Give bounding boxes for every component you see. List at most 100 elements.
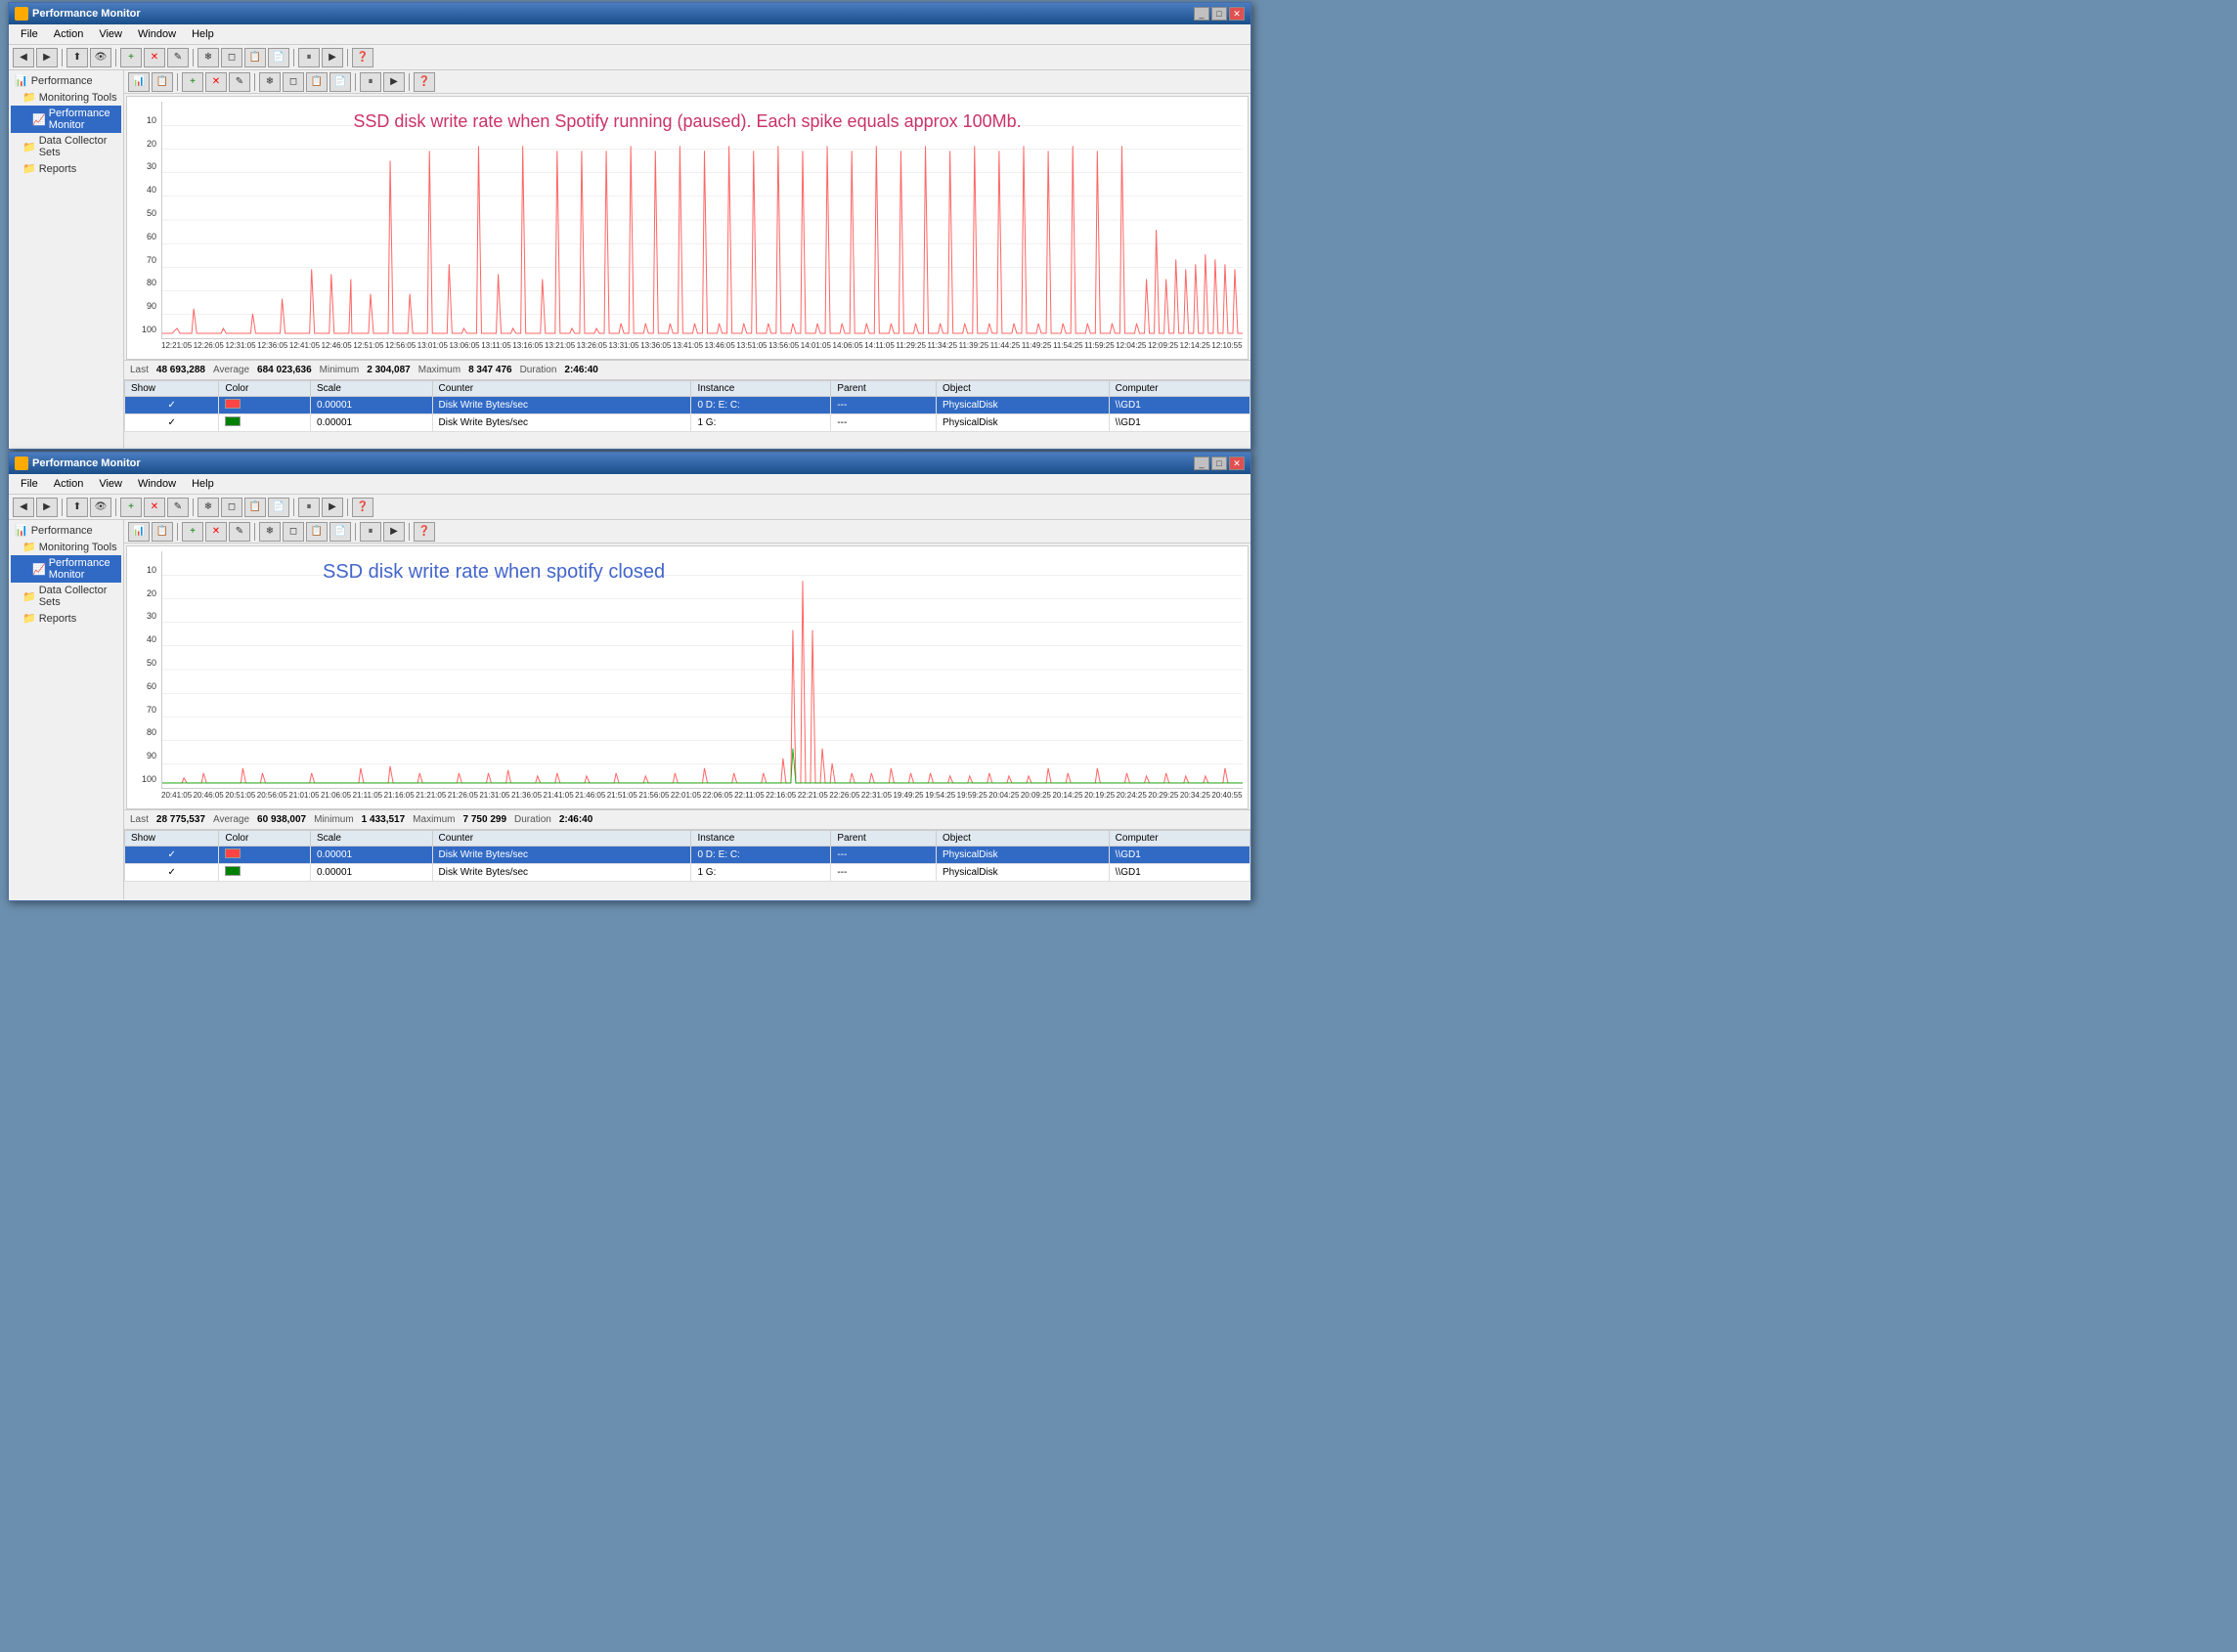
- pause-btn-2[interactable]: ⏸: [298, 498, 320, 517]
- counter-props-btn-1[interactable]: ✎: [229, 72, 250, 92]
- show-hide-btn-1[interactable]: 👁: [90, 48, 111, 67]
- add-counter-btn-1[interactable]: +: [182, 72, 203, 92]
- new-btn-1[interactable]: +: [120, 48, 142, 67]
- sample-btn-1[interactable]: ◻: [283, 72, 304, 92]
- chart-help-btn-1[interactable]: ❓: [414, 72, 435, 92]
- menu-view-2[interactable]: View: [91, 476, 130, 492]
- sidebar-item-perfmon-2[interactable]: 📈 Performance Monitor: [11, 555, 121, 583]
- minimize-btn-2[interactable]: _: [1194, 456, 1209, 470]
- folder-icon-reports-2: 📁: [22, 612, 36, 625]
- counter-row-1-1[interactable]: ✓ 0.00001 Disk Write Bytes/sec 0 D: E: C…: [125, 397, 1250, 414]
- sep1: [62, 49, 63, 66]
- counter-table-1: Show Color Scale Counter Instance Parent…: [124, 379, 1250, 432]
- properties-btn-2[interactable]: ✎: [167, 498, 189, 517]
- maximize-btn-2[interactable]: □: [1211, 456, 1227, 470]
- menu-action-1[interactable]: Action: [46, 26, 92, 42]
- forward-btn-1[interactable]: ▶: [36, 48, 58, 67]
- back-btn-1[interactable]: ◀: [13, 48, 34, 67]
- counter-props-btn-2[interactable]: ✎: [229, 522, 250, 542]
- minimize-btn-1[interactable]: _: [1194, 7, 1209, 21]
- col-object-2: Object: [937, 831, 1110, 847]
- paste-btn-2[interactable]: 📄: [268, 498, 289, 517]
- sidebar-item-performance-1[interactable]: 📊 Performance: [11, 72, 121, 89]
- chart-hist-btn[interactable]: 📋: [152, 72, 173, 92]
- scroll2-btn-2[interactable]: 📄: [329, 522, 351, 542]
- back-btn-2[interactable]: ◀: [13, 498, 34, 517]
- freeze-chart-btn-2[interactable]: ❄: [259, 522, 281, 542]
- freeze-btn-1[interactable]: ❄: [197, 48, 219, 67]
- menu-help-2[interactable]: Help: [184, 476, 222, 492]
- scroll2-btn-1[interactable]: 📄: [329, 72, 351, 92]
- scroll-btn-1[interactable]: 📋: [306, 72, 328, 92]
- forward-btn-2[interactable]: ▶: [36, 498, 58, 517]
- chart-hist-btn-2[interactable]: 📋: [152, 522, 173, 542]
- chart-svg-2: [162, 551, 1243, 788]
- chart-play-btn-2[interactable]: ▶: [383, 522, 405, 542]
- pause-btn-1[interactable]: ⏸: [298, 48, 320, 67]
- window-title-2: Performance Monitor: [32, 457, 141, 469]
- menu-file-1[interactable]: File: [13, 26, 46, 42]
- chart-toolbar-1: 📊 📋 + ✕ ✎ ❄ ◻ 📋 📄 ⏸ ▶ ❓: [124, 70, 1250, 94]
- freeze-btn-2[interactable]: ❄: [197, 498, 219, 517]
- delete-btn-1[interactable]: ✕: [144, 48, 165, 67]
- play-btn-2[interactable]: ▶: [322, 498, 343, 517]
- paste-btn-1[interactable]: 📄: [268, 48, 289, 67]
- add-counter-btn-2[interactable]: +: [182, 522, 203, 542]
- sidebar-item-monitoring-2[interactable]: 📁 Monitoring Tools: [11, 539, 121, 555]
- copy-btn-2[interactable]: 📋: [244, 498, 266, 517]
- sidebar-item-datacollector-2[interactable]: 📁 Data Collector Sets: [11, 583, 121, 610]
- clear-btn-2[interactable]: ◻: [221, 498, 242, 517]
- close-btn-1[interactable]: ✕: [1229, 7, 1245, 21]
- menu-action-2[interactable]: Action: [46, 476, 92, 492]
- freeze-chart-btn-1[interactable]: ❄: [259, 72, 281, 92]
- chart-area-2: 📊 📋 + ✕ ✎ ❄ ◻ 📋 📄 ⏸ ▶ ❓ SSD disk write r…: [124, 520, 1250, 899]
- del-counter-btn-2[interactable]: ✕: [205, 522, 227, 542]
- counter-row-1-2[interactable]: ✓ 0.00001 Disk Write Bytes/sec 1 G: --- …: [125, 414, 1250, 432]
- counter-table-2: Show Color Scale Counter Instance Parent…: [124, 829, 1250, 882]
- help-btn-1[interactable]: ❓: [352, 48, 373, 67]
- properties-btn-1[interactable]: ✎: [167, 48, 189, 67]
- copy-btn-1[interactable]: 📋: [244, 48, 266, 67]
- col-parent-2: Parent: [831, 831, 937, 847]
- menu-help-1[interactable]: Help: [184, 26, 222, 42]
- folder-icon: 📊: [15, 74, 28, 87]
- play-btn-1[interactable]: ▶: [322, 48, 343, 67]
- sidebar-item-perfmon-1[interactable]: 📈 Performance Monitor: [11, 106, 121, 133]
- up-btn-2[interactable]: ⬆: [66, 498, 88, 517]
- menu-view-1[interactable]: View: [91, 26, 130, 42]
- menu-file-2[interactable]: File: [13, 476, 46, 492]
- sep5: [347, 49, 348, 66]
- del-counter-btn-1[interactable]: ✕: [205, 72, 227, 92]
- app-icon-2: [15, 456, 28, 470]
- chart-help-btn-2[interactable]: ❓: [414, 522, 435, 542]
- counter-row-2-1[interactable]: ✓ 0.00001 Disk Write Bytes/sec 0 D: E: C…: [125, 847, 1250, 864]
- clear-btn-1[interactable]: ◻: [221, 48, 242, 67]
- col-scale-2: Scale: [310, 831, 432, 847]
- chart-plot-2: [161, 551, 1243, 789]
- counter-row-2-2[interactable]: ✓ 0.00001 Disk Write Bytes/sec 1 G: --- …: [125, 864, 1250, 882]
- sep4: [293, 49, 294, 66]
- chart-view-btn-2[interactable]: 📊: [128, 522, 150, 542]
- sidebar-item-performance-2[interactable]: 📊 Performance: [11, 522, 121, 539]
- chart-play-btn-1[interactable]: ▶: [383, 72, 405, 92]
- sample-btn-2[interactable]: ◻: [283, 522, 304, 542]
- sidebar-item-reports-2[interactable]: 📁 Reports: [11, 610, 121, 627]
- help-btn-2[interactable]: ❓: [352, 498, 373, 517]
- maximize-btn-1[interactable]: □: [1211, 7, 1227, 21]
- y-axis-2: 100 90 80 70 60 50 40 30 20 10: [127, 546, 161, 789]
- menu-window-1[interactable]: Window: [130, 26, 184, 42]
- new-btn-2[interactable]: +: [120, 498, 142, 517]
- col-color-2: Color: [219, 831, 311, 847]
- show-hide-btn-2[interactable]: 👁: [90, 498, 111, 517]
- delete-btn-2[interactable]: ✕: [144, 498, 165, 517]
- sidebar-item-monitoring-1[interactable]: 📁 Monitoring Tools: [11, 89, 121, 106]
- chart-pause-btn-1[interactable]: ⏸: [360, 72, 381, 92]
- chart-pause-btn-2[interactable]: ⏸: [360, 522, 381, 542]
- close-btn-2[interactable]: ✕: [1229, 456, 1245, 470]
- up-btn-1[interactable]: ⬆: [66, 48, 88, 67]
- scroll-btn-2[interactable]: 📋: [306, 522, 328, 542]
- sidebar-item-reports-1[interactable]: 📁 Reports: [11, 160, 121, 177]
- chart-view-btn[interactable]: 📊: [128, 72, 150, 92]
- sidebar-item-datacollector-1[interactable]: 📁 Data Collector Sets: [11, 133, 121, 160]
- menu-window-2[interactable]: Window: [130, 476, 184, 492]
